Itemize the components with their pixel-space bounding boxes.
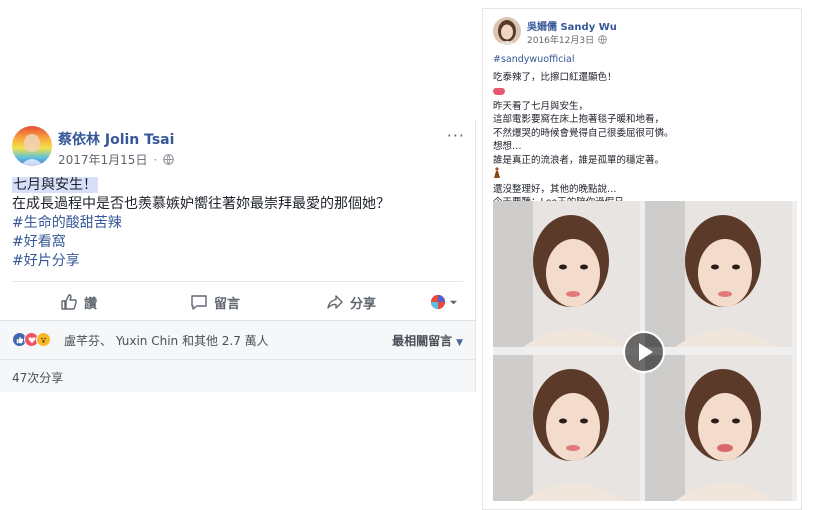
post-meta: 2016年12月3日 [527, 33, 607, 46]
post-text-line: 在成長過程中是否也羨慕嫉妒嚮往著妳最崇拜最愛的那個她？ [12, 196, 390, 212]
caret-down-icon: ▼ [456, 338, 463, 348]
video-collage[interactable] [493, 201, 797, 501]
post-text-line: 誰是真正的流浪者，誰是孤單的穩定著。 [493, 154, 665, 166]
reactions-bar: 盧芊芬、 Yuxin Chin 和其他 2.7 萬人 最相關留言 ▼ [0, 321, 475, 359]
more-options-icon[interactable]: ··· [447, 126, 465, 145]
right-post-card: 吳姍儒 Sandy Wu 2016年12月3日 #sandywuofficial… [482, 8, 802, 510]
hashtag-link[interactable]: #好看窩 [12, 233, 452, 252]
author-avatar[interactable] [493, 17, 521, 45]
like-button[interactable]: 讚 [60, 293, 97, 312]
action-bar: 讚 留言 分享 [0, 284, 475, 320]
comment-sort-dropdown[interactable]: 最相關留言 ▼ [392, 332, 463, 349]
globe-icon [163, 154, 175, 165]
author-name[interactable]: 吳姍儒 Sandy Wu [527, 18, 617, 33]
comment-button[interactable]: 留言 [190, 293, 240, 312]
post-title-highlight: 七月與安生！ [12, 177, 98, 193]
page-avatar-icon [430, 294, 446, 310]
post-meta: 2017年1月15日 · [58, 151, 175, 168]
post-text-line: 想想… [493, 141, 522, 152]
person-emoji-icon [493, 167, 793, 183]
shares-bar: 47次分享 [0, 359, 475, 392]
divider [12, 281, 463, 282]
post-text-line: 吃泰辣了，比擦口紅還顯色！ [493, 71, 617, 83]
post-date[interactable]: 2017年1月15日 [58, 151, 147, 168]
thumbs-up-icon [61, 294, 77, 310]
share-label: 分享 [350, 296, 377, 312]
hashtag-link[interactable]: #生命的酸甜苦辣 [12, 214, 452, 233]
comment-label: 留言 [214, 296, 241, 312]
sort-label: 最相關留言 [392, 334, 453, 348]
post-date[interactable]: 2016年12月3日 [527, 33, 594, 46]
reaction-icons[interactable] [12, 332, 51, 347]
video-frame [645, 201, 792, 347]
share-arrow-icon [327, 295, 343, 309]
author-avatar[interactable] [12, 126, 52, 166]
post-text: 七月與安生！ 在成長過程中是否也羨慕嫉妒嚮往著妳最崇拜最愛的那個她？ #生命的酸… [12, 176, 452, 271]
reaction-summary[interactable]: 盧芊芬、 Yuxin Chin 和其他 2.7 萬人 [64, 332, 269, 349]
play-icon [639, 343, 653, 361]
post-text-line: 昨天看了七月與安生， [493, 100, 589, 112]
post-as-selector[interactable] [430, 294, 458, 310]
like-label: 讚 [84, 296, 98, 312]
share-button[interactable]: 分享 [326, 293, 376, 312]
post-text-line: 還沒整理好，其他的晚點說… [493, 183, 617, 195]
lips-emoji-icon [493, 86, 793, 100]
hashtag-link[interactable]: #好片分享 [12, 252, 452, 271]
speech-bubble-icon [191, 295, 207, 310]
left-post-card: 蔡依林 Jolin Tsai 2017年1月15日 · ··· 七月與安生！ 在… [0, 120, 476, 392]
post-text-line: 這部電影要窩在床上抱著毯子暖和地看， [493, 114, 665, 125]
globe-icon [598, 35, 607, 44]
shares-count[interactable]: 47次分享 [12, 369, 63, 386]
video-frame [493, 201, 640, 347]
post-text: #sandywuofficial 吃泰辣了，比擦口紅還顯色！ 昨天看了七月與安生… [493, 53, 793, 210]
play-button[interactable] [623, 331, 665, 373]
video-frame [493, 355, 640, 501]
author-name[interactable]: 蔡依林 Jolin Tsai [58, 129, 174, 149]
post-text-line: 不然爆哭的時候會覺得自己很委屈很可憐。 [493, 127, 674, 139]
video-frame [645, 355, 792, 501]
chevron-down-icon [449, 300, 458, 304]
wow-reaction-icon [36, 332, 51, 347]
hashtag-link[interactable]: #sandywuofficial [493, 53, 793, 67]
meta-separator: · [153, 152, 158, 167]
